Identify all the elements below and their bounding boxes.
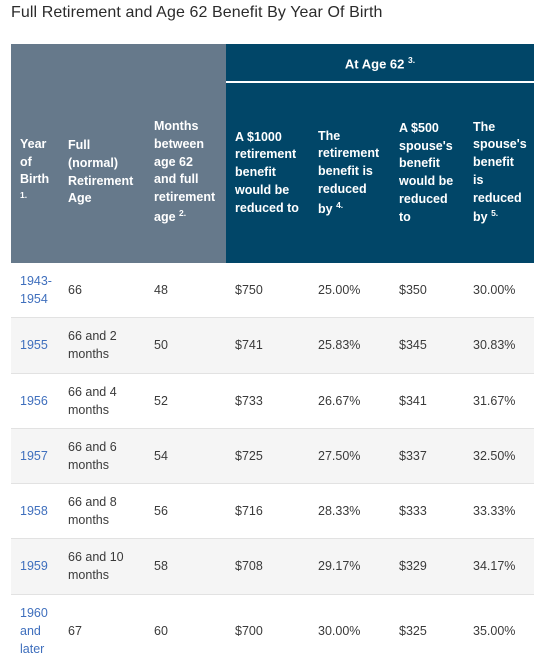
cell-spouse-benefit-reduced-by: 30.83% <box>464 317 535 374</box>
cell-retirement-benefit-reduced-to: $733 <box>226 373 309 429</box>
column-header-retirement-benefit-reduced-by-label: The retirement benefit is reduced by <box>318 128 380 216</box>
column-header-year-of-birth-footnote: 1. <box>20 190 28 201</box>
benefit-table: At Age 62 3. Year of Birth 1. Full (norm… <box>11 44 535 668</box>
cell-months-between: 54 <box>145 428 226 485</box>
group-header-blank <box>11 44 226 82</box>
table-row: 1955 66 and 2 months 50 $741 25.83% $345 30.83… <box>11 317 535 374</box>
cell-retirement-benefit-reduced-by: 25.83% <box>309 317 390 374</box>
cell-spouse-benefit-reduced-to: $345 <box>390 317 464 374</box>
column-header-spouse-benefit-reduced-by-footnote: 5. <box>491 208 499 219</box>
table-row: 1956 66 and 4 months 52 $733 26.67% $341 31.67… <box>11 373 535 429</box>
cell-retirement-benefit-reduced-by: 27.50% <box>309 428 390 485</box>
cell-months-between: 52 <box>145 373 226 429</box>
benefit-table-container: At Age 62 3. Year of Birth 1. Full (norm… <box>11 44 535 668</box>
cell-retirement-benefit-reduced-by: 28.33% <box>309 483 390 540</box>
cell-retirement-benefit-reduced-by: 25.00% <box>309 263 390 319</box>
cell-months-between: 56 <box>145 483 226 540</box>
year-of-birth-link[interactable]: 1943-1954 <box>20 274 52 306</box>
cell-full-retirement-age: 66 and 4 months <box>59 373 145 429</box>
column-header-full-retirement-age: Full (normal) Retirement Age <box>59 82 145 263</box>
cell-retirement-benefit-reduced-by: 26.67% <box>309 373 390 429</box>
column-header-retirement-benefit-reduced-to-label: A $1000 retirement benefit would be redu… <box>235 129 299 215</box>
column-header-months-between-footnote: 2. <box>179 207 187 218</box>
cell-retirement-benefit-reduced-to: $741 <box>226 317 309 374</box>
cell-retirement-benefit-reduced-by: 30.00% <box>309 594 390 668</box>
table-row: 1943-1954 66 48 $750 25.00% $350 30.00% <box>11 263 535 319</box>
cell-spouse-benefit-reduced-to: $337 <box>390 428 464 485</box>
cell-year-of-birth[interactable]: 1955 <box>11 317 59 374</box>
column-header-months-between: Months between age 62 and full retiremen… <box>145 82 226 263</box>
cell-spouse-benefit-reduced-to: $329 <box>390 538 464 595</box>
cell-full-retirement-age: 66 and 8 months <box>59 483 145 540</box>
year-of-birth-link[interactable]: 1960 and later <box>20 606 48 656</box>
column-header-spouse-benefit-reduced-to: A $500 spouse's benefit would be reduced… <box>390 82 464 263</box>
cell-spouse-benefit-reduced-to: $350 <box>390 263 464 319</box>
cell-spouse-benefit-reduced-by: 33.33% <box>464 483 535 540</box>
cell-retirement-benefit-reduced-to: $700 <box>226 594 309 668</box>
cell-months-between: 50 <box>145 317 226 374</box>
table-row: 1958 66 and 8 months 56 $716 28.33% $333 33.33… <box>11 483 535 540</box>
cell-months-between: 48 <box>145 263 226 319</box>
cell-spouse-benefit-reduced-by: 32.50% <box>464 428 535 485</box>
cell-year-of-birth[interactable]: 1959 <box>11 538 59 595</box>
column-header-retirement-benefit-reduced-by: The retirement benefit is reduced by 4. <box>309 82 390 263</box>
column-header-year-of-birth-label: Year of Birth <box>20 136 50 187</box>
table-column-header-row: Year of Birth 1. Full (normal) Retiremen… <box>11 82 535 263</box>
cell-spouse-benefit-reduced-by: 34.17% <box>464 538 535 595</box>
cell-spouse-benefit-reduced-to: $333 <box>390 483 464 540</box>
year-of-birth-link[interactable]: 1959 <box>20 559 48 573</box>
column-header-spouse-benefit-reduced-by: The spouse's benefit is reduced by 5. <box>464 82 535 263</box>
cell-retirement-benefit-reduced-to: $750 <box>226 263 309 319</box>
cell-retirement-benefit-reduced-by: 29.17% <box>309 538 390 595</box>
cell-retirement-benefit-reduced-to: $725 <box>226 428 309 485</box>
table-body: 1943-1954 66 48 $750 25.00% $350 30.00% 1955 66 … <box>11 263 535 668</box>
year-of-birth-link[interactable]: 1958 <box>20 504 48 518</box>
column-header-year-of-birth: Year of Birth 1. <box>11 82 59 263</box>
cell-year-of-birth[interactable]: 1957 <box>11 428 59 485</box>
cell-retirement-benefit-reduced-to: $708 <box>226 538 309 595</box>
cell-year-of-birth[interactable]: 1943-1954 <box>11 263 59 319</box>
cell-spouse-benefit-reduced-by: 35.00% <box>464 594 535 668</box>
column-header-spouse-benefit-reduced-to-label: A $500 spouse's benefit would be reduced… <box>399 120 454 224</box>
cell-year-of-birth[interactable]: 1960 and later <box>11 594 59 668</box>
group-header-at-age-62-footnote: 3. <box>408 54 416 65</box>
cell-spouse-benefit-reduced-by: 30.00% <box>464 263 535 319</box>
column-header-retirement-benefit-reduced-to: A $1000 retirement benefit would be redu… <box>226 82 309 263</box>
cell-full-retirement-age: 66 and 10 months <box>59 538 145 595</box>
cell-spouse-benefit-reduced-to: $325 <box>390 594 464 668</box>
table-row: 1959 66 and 10 months 58 $708 29.17% $329 34.1… <box>11 538 535 595</box>
year-of-birth-link[interactable]: 1956 <box>20 394 48 408</box>
column-header-retirement-benefit-reduced-by-footnote: 4. <box>336 199 344 210</box>
table-row: 1960 and later 67 60 $700 30.00% $325 35.00% <box>11 594 535 668</box>
table-head: At Age 62 3. Year of Birth 1. Full (norm… <box>11 44 535 263</box>
cell-full-retirement-age: 66 and 6 months <box>59 428 145 485</box>
column-header-spouse-benefit-reduced-by-label: The spouse's benefit is reduced by <box>473 119 527 225</box>
cell-year-of-birth[interactable]: 1958 <box>11 483 59 540</box>
table-row: 1957 66 and 6 months 54 $725 27.50% $337 32.50… <box>11 428 535 485</box>
cell-months-between: 58 <box>145 538 226 595</box>
cell-full-retirement-age: 67 <box>59 594 145 668</box>
year-of-birth-link[interactable]: 1955 <box>20 338 48 352</box>
page-title: Full Retirement and Age 62 Benefit By Ye… <box>11 4 383 21</box>
cell-year-of-birth[interactable]: 1956 <box>11 373 59 429</box>
column-header-full-retirement-age-label: Full (normal) Retirement Age <box>68 138 134 206</box>
cell-spouse-benefit-reduced-by: 31.67% <box>464 373 535 429</box>
cell-spouse-benefit-reduced-to: $341 <box>390 373 464 429</box>
page-root: Full Retirement and Age 62 Benefit By Ye… <box>0 0 546 668</box>
group-header-at-age-62: At Age 62 3. <box>226 44 535 83</box>
cell-retirement-benefit-reduced-to: $716 <box>226 483 309 540</box>
cell-full-retirement-age: 66 and 2 months <box>59 317 145 374</box>
cell-full-retirement-age: 66 <box>59 263 145 319</box>
cell-months-between: 60 <box>145 594 226 668</box>
table-group-header-row: At Age 62 3. <box>11 44 535 83</box>
group-header-at-age-62-label: At Age 62 <box>344 56 405 72</box>
year-of-birth-link[interactable]: 1957 <box>20 449 48 463</box>
